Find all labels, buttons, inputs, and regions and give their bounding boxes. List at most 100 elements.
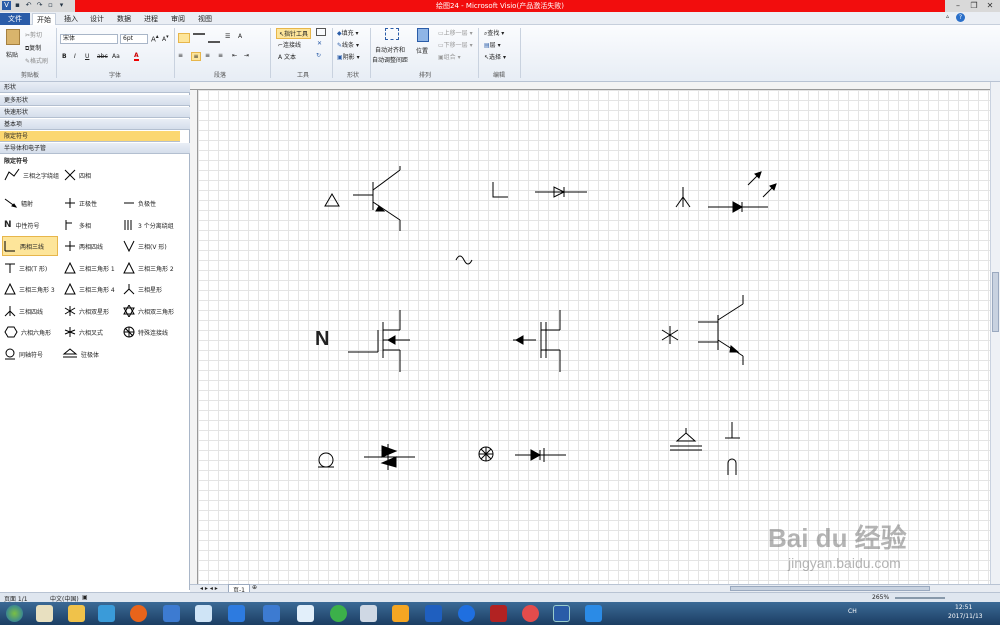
stencil-item[interactable]: 驻极体	[62, 344, 99, 364]
position-button[interactable]: 位置	[416, 46, 428, 55]
italic-button[interactable]: I	[74, 53, 76, 60]
group-button[interactable]: ▣组合 ▾	[438, 52, 461, 61]
decrease-indent-icon[interactable]: ⇤	[232, 52, 237, 59]
tab-design[interactable]: 设计	[86, 13, 108, 25]
strikethrough-button[interactable]: abc	[97, 53, 108, 60]
start-button-icon[interactable]	[6, 605, 23, 622]
shadow-button[interactable]: ▣阴影 ▾	[337, 52, 360, 61]
stencil-item[interactable]: 辐射	[4, 193, 33, 213]
semiconductor-nav[interactable]: 半导体和电子管	[0, 143, 190, 154]
tab-file[interactable]: 文件	[0, 13, 30, 25]
format-painter-button[interactable]: ✎格式刷	[25, 56, 48, 65]
align-middle-icon[interactable]	[193, 33, 205, 43]
stencil-item[interactable]: 三相星形	[123, 279, 162, 299]
stencil-item[interactable]: 特殊连接线	[123, 322, 168, 342]
qualifying-symbols-nav[interactable]: 限定符号	[0, 131, 180, 142]
tab-data[interactable]: 数据	[113, 13, 135, 25]
stencil-item[interactable]: 多相	[64, 215, 91, 235]
plane-app-icon[interactable]	[425, 605, 442, 622]
line-button[interactable]: ✎线条 ▾	[337, 40, 359, 49]
network-app-icon[interactable]	[228, 605, 245, 622]
font-color-button[interactable]: A	[134, 52, 139, 61]
close-x-icon[interactable]: ✕	[317, 40, 322, 47]
stencil-item[interactable]: 三相三角形 2	[123, 258, 174, 278]
layers-button[interactable]: ▤层 ▾	[484, 40, 501, 49]
paste-button[interactable]: 粘贴	[6, 50, 18, 59]
increase-indent-icon[interactable]: ⇥	[244, 52, 249, 59]
justify-icon[interactable]: ≡	[218, 52, 223, 59]
restore-button[interactable]: ❐	[966, 0, 982, 11]
file-explorer-icon[interactable]	[68, 605, 85, 622]
zoom-slider[interactable]	[895, 597, 945, 599]
scrollbar-thumb[interactable]	[992, 272, 999, 332]
tab-home[interactable]: 开始	[32, 13, 56, 25]
monitor-app-icon[interactable]	[360, 605, 377, 622]
stencil-item[interactable]: 三相(T 形)	[4, 258, 47, 278]
stencil-item[interactable]: 六相六角形	[4, 322, 51, 342]
firefox-icon[interactable]	[130, 605, 147, 622]
media-player-icon[interactable]	[98, 605, 115, 622]
more-shapes-nav[interactable]: 更多形状	[0, 95, 190, 106]
pointer-tool-button[interactable]: ↖指针工具	[276, 28, 312, 39]
minimize-button[interactable]: –	[950, 0, 966, 11]
quick-shapes-nav[interactable]: 快速形状	[0, 107, 190, 118]
stencil-item-selected[interactable]: 两相三线	[2, 236, 58, 256]
stencil-item[interactable]: 三相四线	[4, 301, 43, 321]
shrink-font-icon[interactable]: A▾	[162, 34, 169, 43]
stencil-item[interactable]: 三相(V 形)	[123, 236, 167, 256]
align-top-icon[interactable]	[178, 33, 190, 43]
close-button[interactable]: ✕	[982, 0, 998, 11]
stencil-item[interactable]: 六相双三角形	[123, 301, 174, 321]
font-size-select[interactable]: 6pt	[120, 34, 148, 44]
bring-forward-button[interactable]: ▭上移一层 ▾	[438, 28, 473, 37]
stencil-item[interactable]: 正极性	[64, 193, 97, 213]
align-left-icon[interactable]: ≡	[178, 52, 183, 59]
visio-taskbar-icon[interactable]	[553, 605, 570, 622]
find-button[interactable]: ⌕查找 ▾	[484, 28, 504, 38]
filezilla-icon[interactable]	[490, 605, 507, 622]
search-app-icon[interactable]	[392, 605, 409, 622]
paste-icon[interactable]	[6, 29, 20, 45]
text-tool-button[interactable]: A 文本	[278, 52, 296, 61]
auto-spacing-button[interactable]: 自动调整间距	[372, 55, 408, 64]
align-center-icon[interactable]: ≡	[191, 52, 201, 61]
bullets-icon[interactable]: ☰	[225, 33, 230, 40]
user-folder-icon[interactable]	[36, 605, 53, 622]
stencil-item[interactable]: N 中性符号	[4, 215, 40, 235]
document-app-icon[interactable]	[297, 605, 314, 622]
stencil-item[interactable]: 同轴符号	[4, 344, 43, 364]
horizontal-scrollbar[interactable]	[730, 586, 930, 591]
zoom-level[interactable]: 265%	[872, 594, 889, 601]
macro-icon[interactable]: ▣	[82, 594, 88, 601]
stencil-item[interactable]: 六相叉式	[64, 322, 103, 342]
connector-tool-button[interactable]: ⌐连接线	[278, 40, 301, 49]
stencil-item[interactable]: 三相三角形 4	[64, 279, 115, 299]
window-app-icon[interactable]	[195, 605, 212, 622]
help-icon[interactable]: ?	[956, 13, 965, 22]
app-grid-icon[interactable]	[163, 605, 180, 622]
select-button[interactable]: ↖选择 ▾	[484, 52, 506, 61]
cut-button[interactable]: ✂剪切	[25, 30, 42, 39]
rectangle-tool-icon[interactable]	[316, 28, 326, 36]
align-bottom-icon[interactable]	[208, 33, 220, 43]
tab-view[interactable]: 视图	[194, 13, 216, 25]
copy-button[interactable]: ⧉复制	[25, 43, 41, 53]
stencil-item[interactable]: 三相三角形 1	[64, 258, 115, 278]
basic-items-nav[interactable]: 基本项	[0, 119, 190, 130]
stencil-item[interactable]: 负极性	[123, 193, 156, 213]
underline-button[interactable]: U	[85, 53, 89, 60]
stencil-item[interactable]: 六相双星形	[64, 301, 109, 321]
tab-process[interactable]: 进程	[140, 13, 162, 25]
connection-point-icon[interactable]: ↻	[316, 52, 321, 59]
k-app-icon[interactable]	[458, 605, 475, 622]
auto-align-button[interactable]: 自动对齐和	[375, 45, 405, 54]
vertical-scrollbar[interactable]	[990, 82, 1000, 584]
bird-app-icon[interactable]	[522, 605, 539, 622]
grow-font-icon[interactable]: A▴	[151, 34, 159, 43]
stencil-item[interactable]: 四相	[64, 165, 91, 185]
app-icon[interactable]	[263, 605, 280, 622]
collapse-ribbon-icon[interactable]: ▵	[946, 13, 949, 20]
align-right-icon[interactable]: ≡	[205, 52, 210, 59]
send-backward-button[interactable]: ▭下移一层 ▾	[438, 40, 473, 49]
w-app-icon[interactable]	[585, 605, 602, 622]
